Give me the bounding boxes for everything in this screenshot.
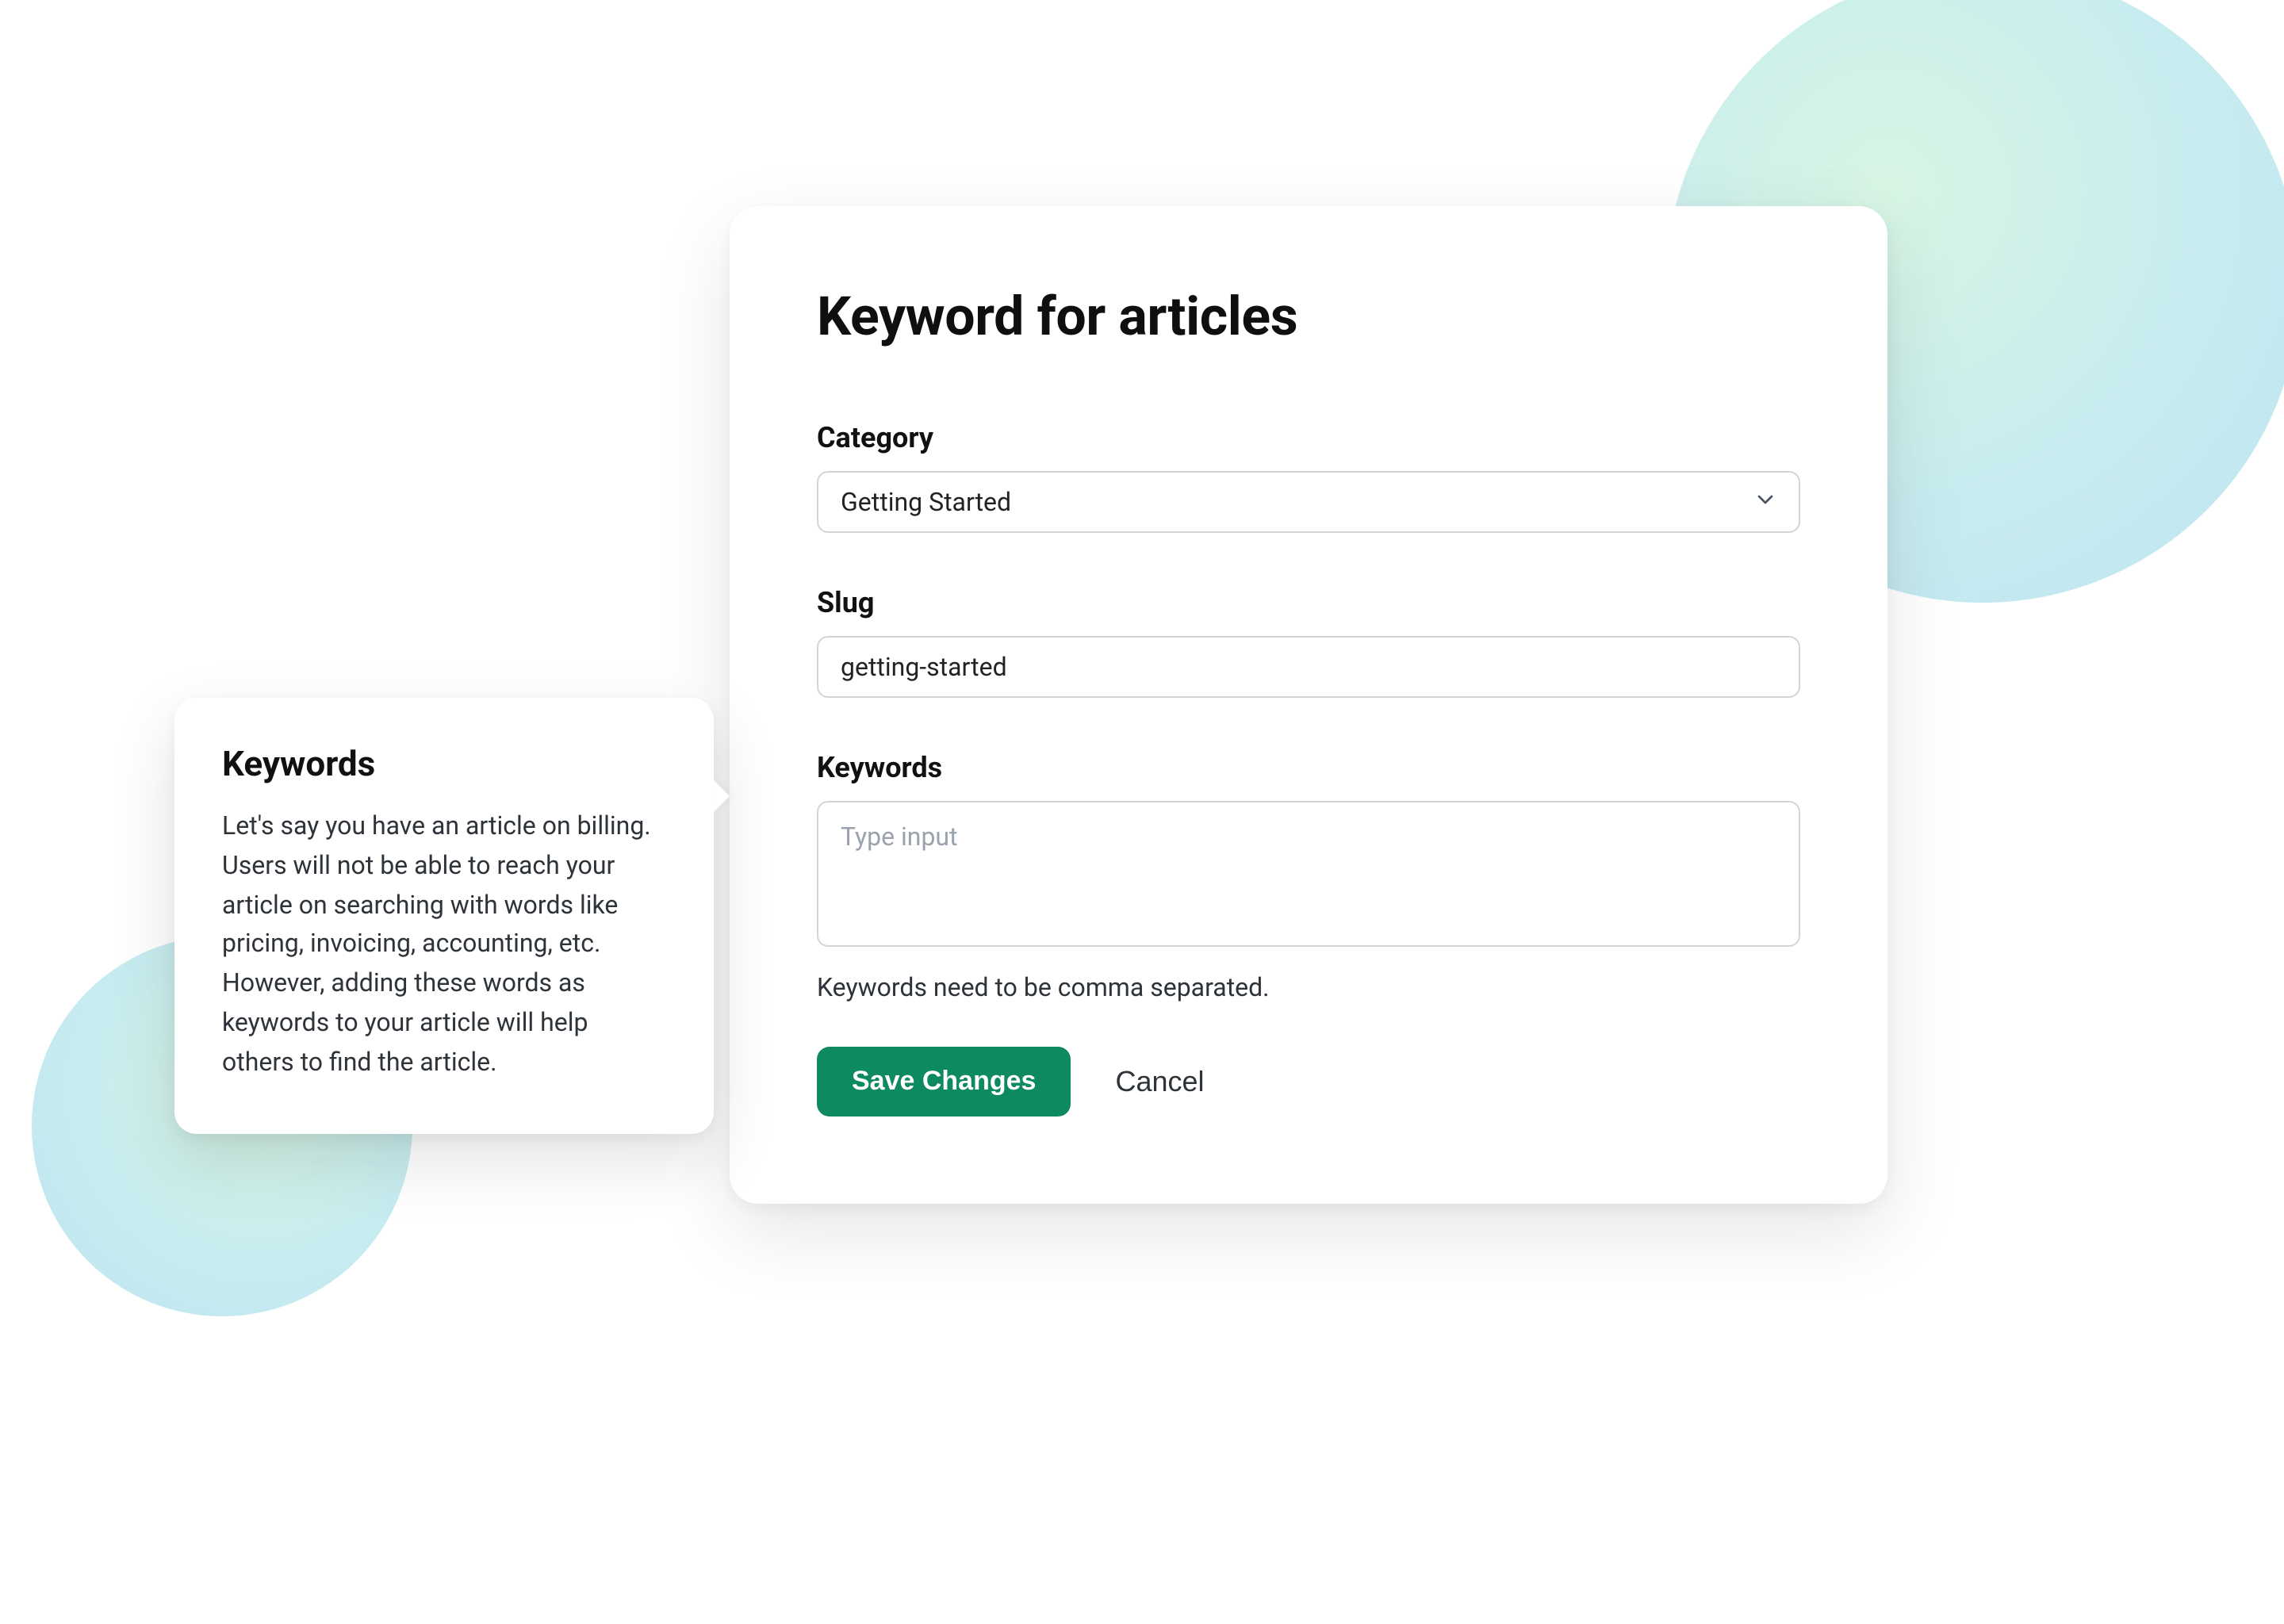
keywords-label: Keywords xyxy=(817,752,1800,785)
form-actions: Save Changes Cancel xyxy=(817,1047,1800,1116)
keywords-helper-text: Keywords need to be comma separated. xyxy=(817,972,1800,1002)
category-field-group: Category Getting Started xyxy=(817,422,1800,533)
save-button[interactable]: Save Changes xyxy=(817,1047,1071,1116)
category-select-wrap: Getting Started xyxy=(817,471,1800,533)
slug-field-group: Slug xyxy=(817,587,1800,698)
keywords-tooltip-card: Keywords Let's say you have an article o… xyxy=(174,698,714,1133)
cancel-button[interactable]: Cancel xyxy=(1112,1059,1207,1105)
keyword-form-card: Keyword for articles Category Getting St… xyxy=(730,206,1887,1204)
slug-label: Slug xyxy=(817,587,1800,620)
tooltip-title: Keywords xyxy=(222,745,666,785)
keywords-field-group: Keywords Keywords need to be comma separ… xyxy=(817,752,1800,1002)
slug-input[interactable] xyxy=(817,636,1800,698)
category-select[interactable]: Getting Started xyxy=(817,471,1800,533)
page-title: Keyword for articles xyxy=(817,285,1800,349)
tooltip-body: Let's say you have an article on billing… xyxy=(222,807,666,1082)
category-label: Category xyxy=(817,422,1800,455)
keywords-input[interactable] xyxy=(817,801,1800,947)
